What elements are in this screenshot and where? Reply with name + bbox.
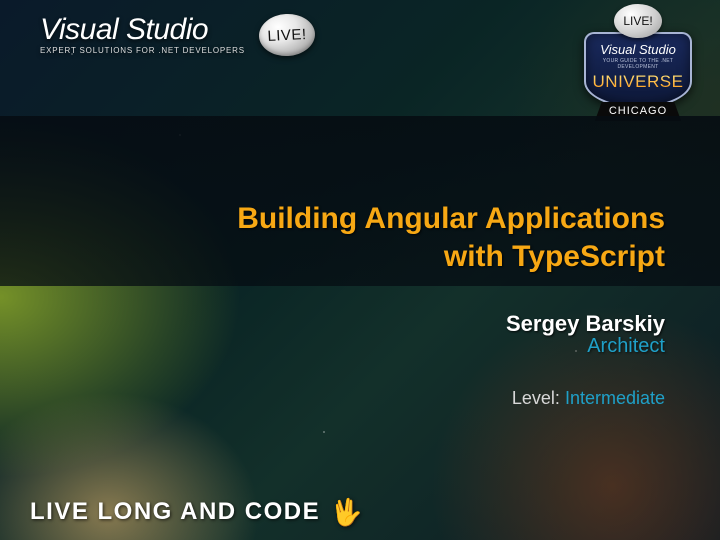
product-tagline: EXPERT SOLUTIONS FOR .NET DEVELOPERS (40, 46, 245, 55)
header-logo-group: Visual Studio EXPERT SOLUTIONS FOR .NET … (40, 14, 315, 56)
crest-tagline: YOUR GUIDE TO THE .NET DEVELOPMENT (592, 58, 684, 70)
crest-universe: UNIVERSE (592, 73, 684, 90)
visual-studio-logo: Visual Studio EXPERT SOLUTIONS FOR .NET … (40, 15, 245, 55)
footer-text: LIVE LONG AND CODE (30, 498, 320, 526)
level-label: Level: (512, 388, 560, 408)
author-role: Architect (237, 335, 665, 358)
crest-product: Visual Studio (592, 42, 684, 57)
slide-title-line2: with TypeScript (237, 238, 665, 276)
level-line: Level: Intermediate (237, 388, 665, 409)
slide-title: Building Angular Applications with TypeS… (237, 200, 665, 275)
level-value: Intermediate (565, 388, 665, 408)
crest-live-badge: LIVE! (614, 4, 662, 38)
slide-title-line1: Building Angular Applications (237, 200, 665, 238)
product-name: Visual Studio (40, 15, 245, 45)
live-badge: LIVE! (258, 13, 316, 58)
vulcan-salute-icon: 🖖 (330, 499, 362, 525)
crest-shield: Visual Studio YOUR GUIDE TO THE .NET DEV… (584, 32, 692, 108)
slide-content: Building Angular Applications with TypeS… (237, 200, 665, 409)
footer: LIVE LONG AND CODE 🖖 (30, 498, 363, 526)
author-name: Sergey Barskiy (237, 311, 665, 337)
event-crest: LIVE! Visual Studio YOUR GUIDE TO THE .N… (578, 4, 698, 121)
